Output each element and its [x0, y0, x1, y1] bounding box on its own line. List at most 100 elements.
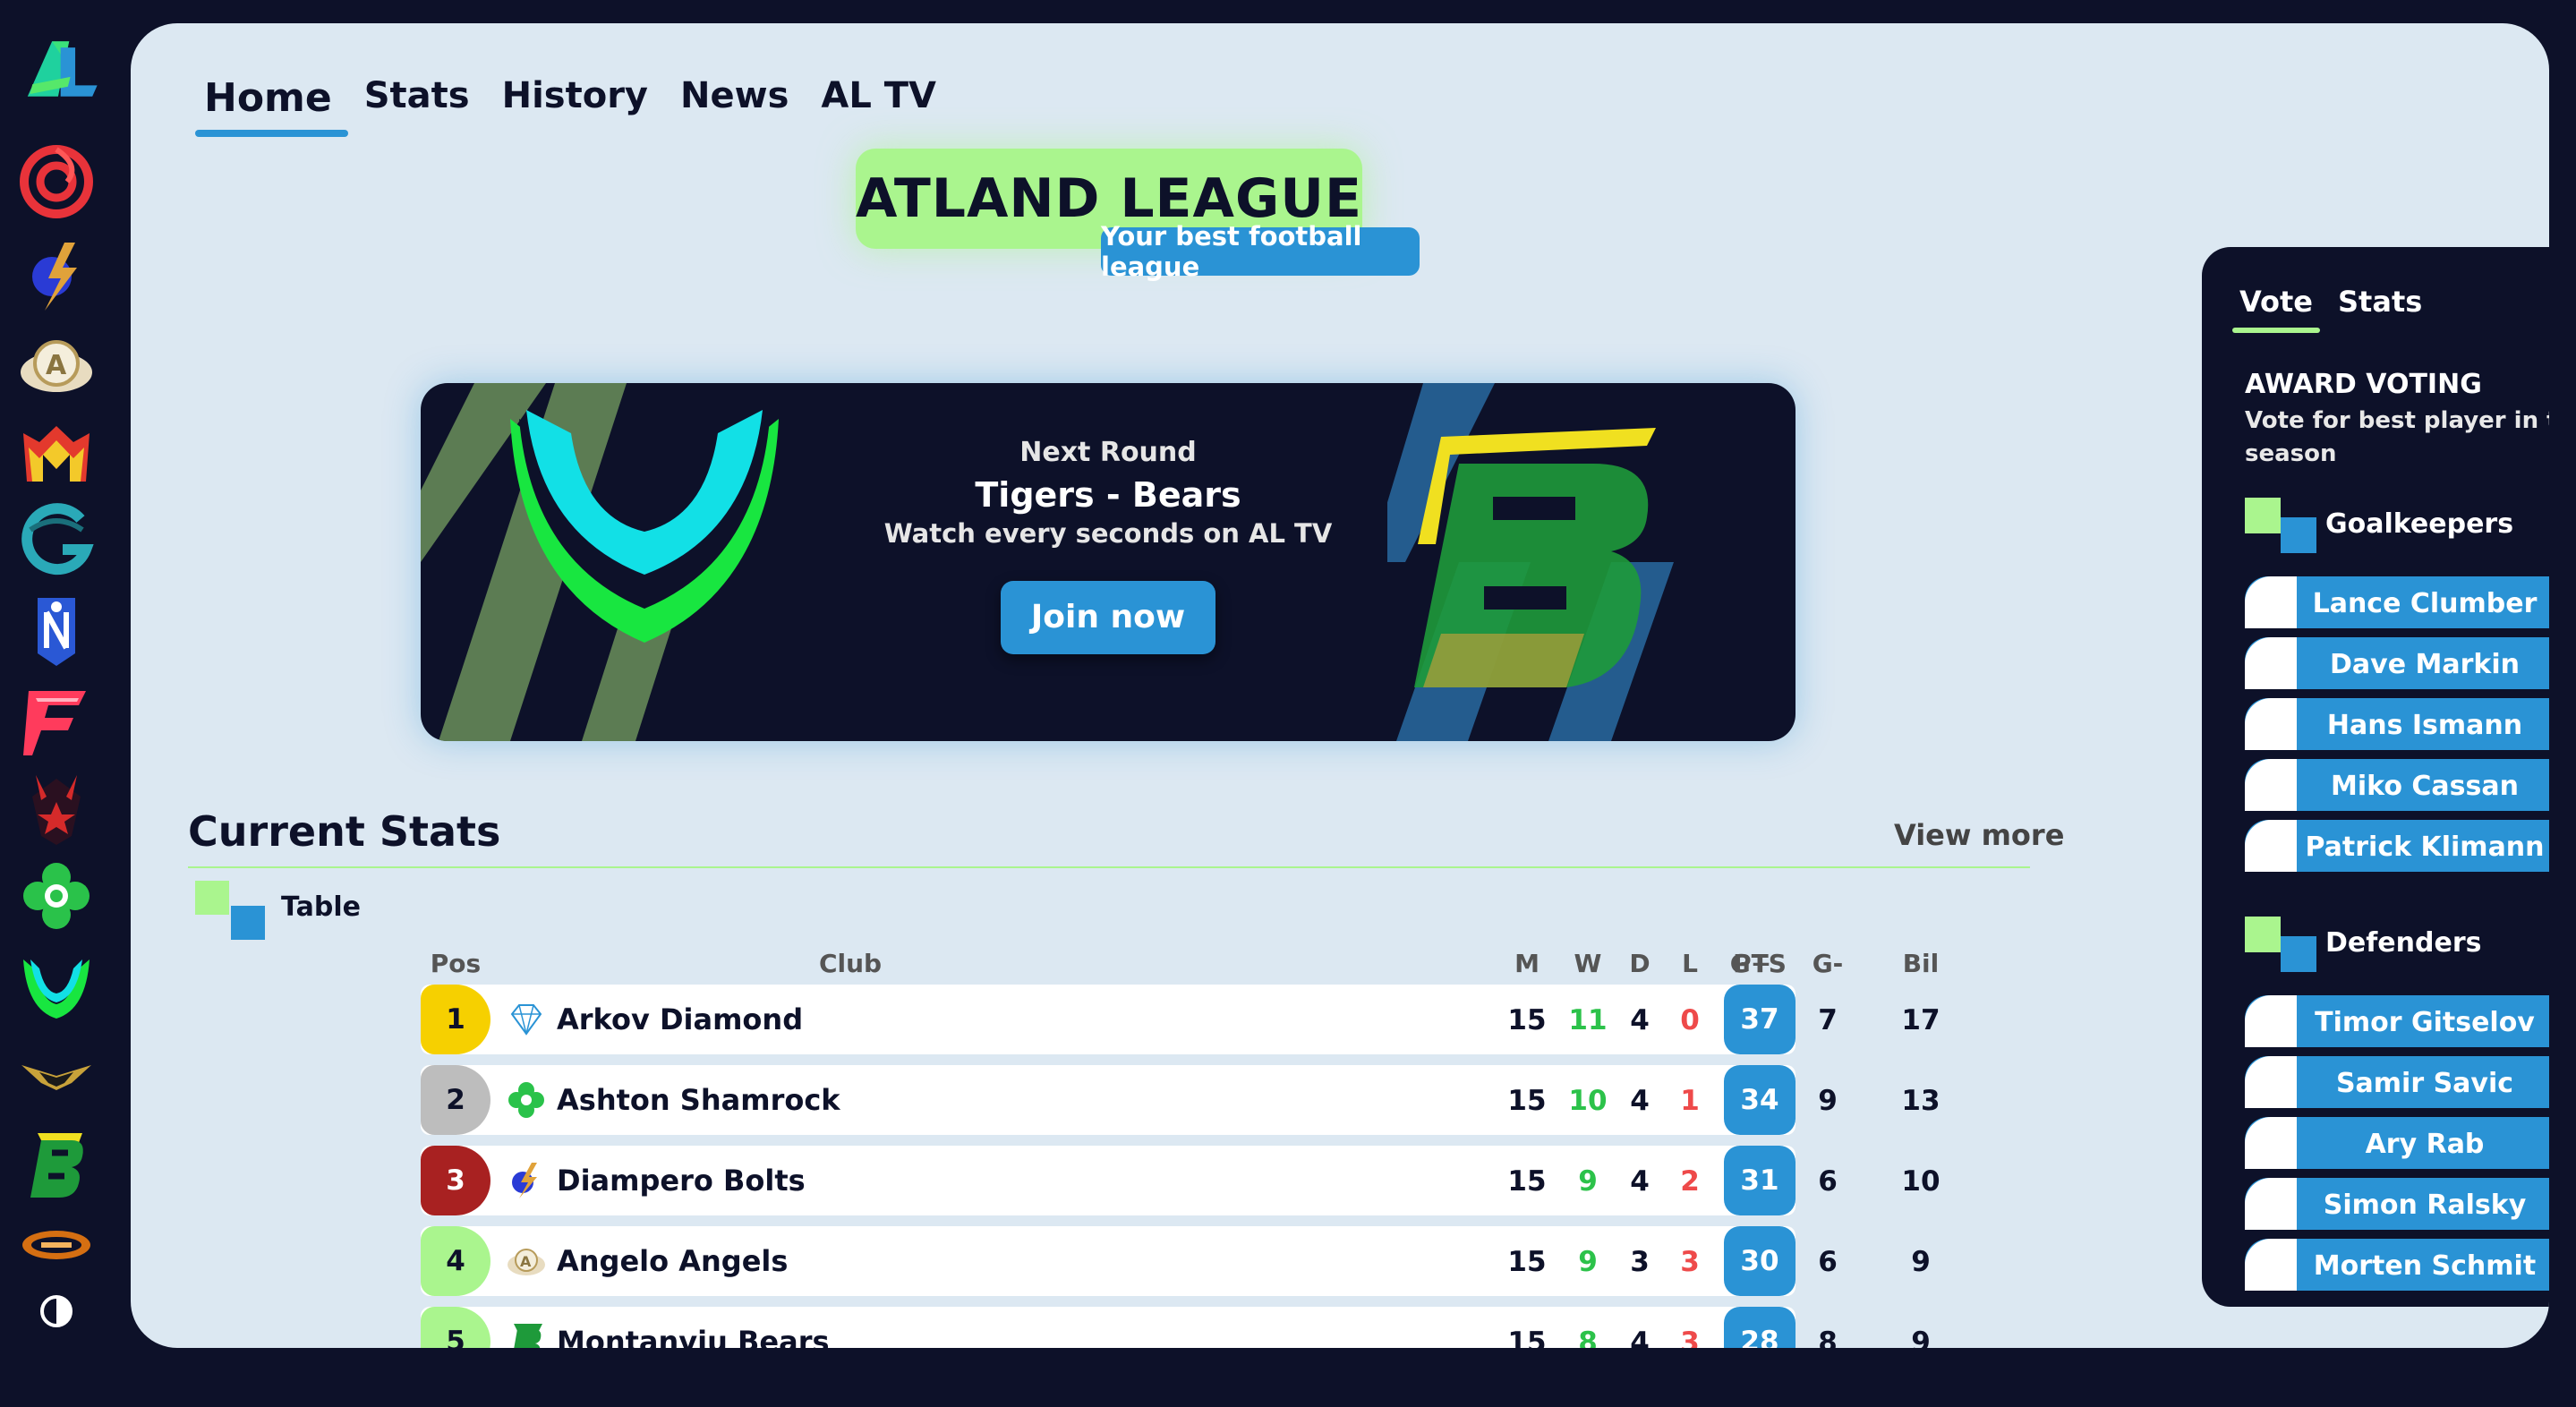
vote-group-heading: Defenders: [2245, 915, 2549, 972]
col-club: Club: [818, 949, 883, 978]
player-name: Patrick Klimann: [2305, 831, 2545, 863]
club-angels-logo[interactable]: A: [18, 328, 95, 405]
position-cell: 2: [421, 1065, 490, 1135]
player-name: Samir Savic: [2335, 1068, 2514, 1099]
next-round-banner: Next Round Tigers - Bears Watch every se…: [421, 383, 1796, 741]
contrast-icon[interactable]: [34, 1289, 79, 1334]
vote-tabs: Vote Stats: [2227, 281, 2435, 333]
green-square-decoration: [195, 881, 229, 915]
table-row[interactable]: 5Montanviu Bears15843178928: [421, 1307, 1931, 1348]
player-name: Simon Ralsky: [2323, 1190, 2527, 1221]
stat-w-cell: 11: [1568, 1004, 1608, 1036]
player-vote-card[interactable]: Dave MarkinAD: [2245, 637, 2549, 689]
club-wave-g-logo[interactable]: [18, 503, 95, 580]
club-wings-logo[interactable]: [18, 1035, 95, 1112]
home-team-logo-art: [421, 383, 832, 741]
player-vote-card[interactable]: Lance ClumberVT: [2245, 576, 2549, 628]
stat-m-cell: 15: [1507, 1165, 1547, 1198]
club-crown-m-logo[interactable]: [18, 415, 95, 492]
banner-kicker: Next Round: [1019, 437, 1197, 468]
stat-w-cell: 8: [1578, 1326, 1598, 1348]
away-team-logo-art: [1369, 383, 1796, 741]
points-cell: 31: [1724, 1146, 1796, 1215]
svg-text:A: A: [520, 1253, 532, 1270]
stat-bil-cell: 10: [1901, 1165, 1941, 1198]
table-row[interactable]: 3Diampero Bolts159421661031: [421, 1146, 1941, 1215]
player-avatar: [2245, 576, 2297, 628]
col-l: L: [1682, 949, 1698, 978]
stat-l-cell: 0: [1680, 1004, 1700, 1036]
player-name: Miko Cassan: [2331, 771, 2519, 802]
player-vote-card[interactable]: Samir SavicKM: [2245, 1056, 2549, 1108]
player-vote-card[interactable]: Morten SchmitTW: [2245, 1239, 2549, 1291]
stat-d-cell: 4: [1630, 1165, 1650, 1198]
stat-ga-cell: 9: [1818, 1085, 1838, 1117]
player-avatar: [2245, 820, 2297, 872]
current-stats-heading: Current Stats: [188, 807, 501, 856]
club-red-swirl-logo[interactable]: [18, 143, 95, 220]
col-bil: Bil: [1902, 949, 1940, 978]
blue-square-decoration: [231, 906, 265, 940]
award-voting-description: Vote for best player in this season: [2245, 407, 2549, 467]
banner-match: Tigers - Bears: [975, 475, 1241, 515]
player-name: Morten Schmit: [2313, 1250, 2537, 1282]
position-cell: 1: [421, 985, 490, 1054]
stat-m-cell: 15: [1507, 1004, 1547, 1036]
club-name[interactable]: Arkov Diamond: [557, 1002, 803, 1036]
player-vote-card[interactable]: Hans IsmannDB: [2245, 698, 2549, 750]
club-devil-logo[interactable]: [18, 770, 95, 847]
club-oval-badge-logo[interactable]: [18, 1207, 95, 1283]
club-b-logo[interactable]: [18, 1126, 95, 1203]
tab-stats[interactable]: Stats: [2325, 281, 2435, 333]
bolt-icon: [507, 1161, 546, 1200]
player-vote-card[interactable]: Simon RalskyDK: [2245, 1178, 2549, 1230]
club-name[interactable]: Montanviu Bears: [557, 1325, 830, 1348]
stat-bil-cell: 17: [1901, 1004, 1941, 1036]
stat-l-cell: 3: [1680, 1326, 1700, 1348]
position-cell: 5: [421, 1307, 490, 1348]
nav-al-tv[interactable]: AL TV: [805, 55, 952, 132]
angel-icon: A: [507, 1241, 546, 1281]
player-vote-card[interactable]: Ary RabTF: [2245, 1117, 2549, 1169]
nav-home[interactable]: Home: [188, 55, 348, 137]
stat-d-cell: 4: [1630, 1004, 1650, 1036]
player-avatar: [2245, 995, 2297, 1047]
nav-news[interactable]: News: [664, 55, 805, 132]
club-shamrock-logo[interactable]: [18, 857, 95, 934]
stat-l-cell: 3: [1680, 1246, 1700, 1278]
player-vote-card[interactable]: Timor GitselovVT: [2245, 995, 2549, 1047]
player-vote-card[interactable]: Miko CassanAA: [2245, 759, 2549, 811]
blue-square-decoration: [2281, 936, 2316, 972]
player-name: Hans Ismann: [2326, 710, 2523, 741]
nav-stats[interactable]: Stats: [348, 55, 486, 132]
green-square-decoration: [2245, 917, 2281, 952]
shamrock-icon: [507, 1080, 546, 1120]
player-name: Timor Gitselov: [2315, 1007, 2535, 1038]
stat-bil-cell: 9: [1911, 1246, 1931, 1278]
club-n-crest-logo[interactable]: [18, 593, 95, 669]
table-row[interactable]: 2Ashton Shamrock1510412291334: [421, 1065, 1941, 1135]
col-pts: PTS: [1733, 949, 1787, 978]
club-name[interactable]: Diampero Bolts: [557, 1164, 806, 1198]
table-row[interactable]: 4AAngelo Angels15933156930: [421, 1226, 1931, 1296]
stat-m-cell: 15: [1507, 1085, 1547, 1117]
club-sidebar: AL A: [0, 0, 125, 1407]
league-logo[interactable]: AL: [4, 20, 116, 118]
nav-history[interactable]: History: [486, 55, 664, 132]
club-name[interactable]: Ashton Shamrock: [557, 1083, 840, 1117]
table-label: Table: [281, 891, 361, 923]
club-bolt-logo[interactable]: [18, 237, 95, 314]
table-row[interactable]: 1Arkov Diamond1511402471737: [421, 985, 1941, 1054]
club-v-logo[interactable]: [18, 947, 95, 1024]
vote-group-label: Goalkeepers: [2325, 508, 2514, 540]
club-name[interactable]: Angelo Angels: [557, 1244, 788, 1278]
player-vote-card[interactable]: Patrick KlimannTG: [2245, 820, 2549, 872]
join-now-button[interactable]: Join now: [1000, 581, 1216, 654]
player-avatar: [2245, 1056, 2297, 1108]
view-more-link[interactable]: View more: [1894, 818, 2064, 852]
position-cell: 3: [421, 1146, 490, 1215]
club-f-logo[interactable]: [18, 682, 95, 759]
col-d: D: [1629, 949, 1651, 978]
vote-panel: Vote Stats AWARD VOTING Vote for best pl…: [2202, 247, 2549, 1307]
tab-vote[interactable]: Vote: [2227, 281, 2325, 333]
